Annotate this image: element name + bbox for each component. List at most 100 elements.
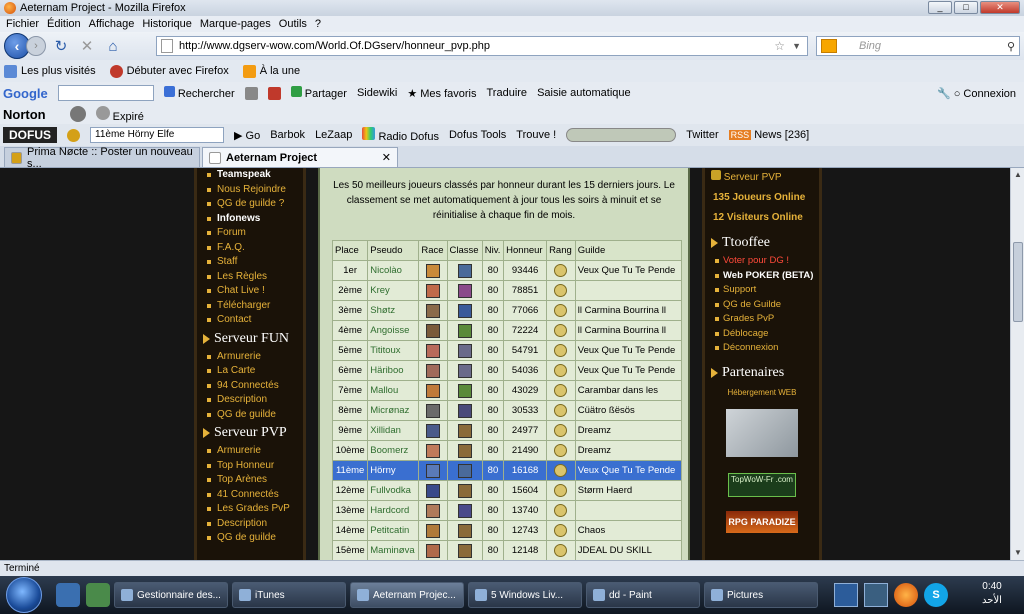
sidebar-link[interactable]: 94 Connectés — [197, 379, 303, 394]
search-icon[interactable]: ⚲ — [1007, 40, 1015, 53]
dofus-egg-icon[interactable] — [67, 128, 80, 142]
sidebar-link[interactable]: La Carte — [197, 364, 303, 379]
vertical-scrollbar[interactable]: ▲ ▼ — [1010, 168, 1024, 560]
google-search-button[interactable]: Rechercher — [163, 86, 235, 100]
guild-cell[interactable] — [574, 280, 683, 301]
search-input[interactable]: Bing ⚲ — [816, 36, 1020, 56]
gmail-icon[interactable] — [267, 86, 281, 100]
sidebar-link[interactable]: Top Honneur — [197, 459, 303, 474]
user-link[interactable]: Déconnexion — [705, 341, 819, 356]
sidebar-link[interactable]: F.A.Q. — [197, 241, 303, 256]
menu-item[interactable]: ? — [315, 18, 321, 30]
guild-cell[interactable]: Dreamz — [574, 440, 683, 461]
window-icon[interactable] — [864, 583, 888, 607]
pseudo-cell[interactable]: Häriboo — [367, 360, 420, 381]
firefox-icon[interactable] — [894, 583, 918, 607]
user-link[interactable]: QG de Guilde — [705, 298, 819, 313]
switch-windows-icon[interactable] — [86, 583, 110, 607]
norton-status[interactable]: Expiré — [95, 105, 144, 123]
taskbar-button[interactable]: dd - Paint — [586, 582, 700, 608]
sidebar-link[interactable]: Nous Rejoindre — [197, 183, 303, 198]
menu-item[interactable]: Outils — [279, 18, 307, 30]
sidebar-link[interactable]: Les Règles — [197, 270, 303, 285]
bookmark-star-icon[interactable]: ☆ — [774, 39, 785, 53]
maximize-button[interactable]: □ — [954, 1, 978, 14]
home-icon[interactable]: ⌂ — [102, 38, 124, 55]
sidebar-link[interactable]: Staff — [197, 255, 303, 270]
sidebar-link[interactable]: Description — [197, 393, 303, 408]
tab-item[interactable]: Prima Nøcte :: Poster un nouveau s... — [4, 146, 200, 170]
table-row[interactable]: 7ème Mallou 80 43029 Carambar dans les — [331, 380, 683, 401]
sidebar-link[interactable]: Forum — [197, 226, 303, 241]
sidebar-link[interactable]: Armurerie — [197, 350, 303, 365]
bookmark-headlines[interactable]: À la une — [242, 64, 300, 78]
radio-dofus-button[interactable]: Radio Dofus — [362, 127, 439, 143]
guild-cell[interactable]: Carambar dans les — [574, 380, 683, 401]
stop-icon[interactable]: ✕ — [76, 37, 98, 55]
pseudo-cell[interactable]: Hörny — [367, 460, 420, 481]
menu-item[interactable]: Fichier — [6, 18, 39, 30]
sidebar-link[interactable]: QG de guilde ? — [197, 197, 303, 212]
guild-cell[interactable]: Cüätro ßësös — [574, 400, 683, 421]
table-row[interactable]: 3ème Shøtz 80 77066 ll Carmina Bourrina ll — [331, 300, 683, 321]
pseudo-cell[interactable]: Boomerz — [367, 440, 420, 461]
close-window-button[interactable]: ✕ — [980, 1, 1020, 14]
table-row[interactable]: 11ème Hörny 80 16168 Veux Que Tu Te Pende — [331, 460, 683, 481]
sidebar-link[interactable]: Chat Live ! — [197, 284, 303, 299]
pseudo-cell[interactable]: Angoisse — [367, 320, 420, 341]
chevron-down-icon[interactable]: ▼ — [792, 41, 801, 51]
sidebar-link[interactable]: Armurerie — [197, 444, 303, 459]
lezaap-button[interactable]: LeZaap — [315, 129, 352, 141]
bookmark-getting-started[interactable]: Débuter avec Firefox — [109, 64, 229, 78]
rpg-paradize-banner[interactable]: RPG PARADIZE — [726, 510, 798, 533]
taskbar-button[interactable]: 5 Windows Liv... — [468, 582, 582, 608]
scroll-thumb[interactable] — [1013, 242, 1023, 322]
sidebar-link[interactable]: Teamspeak — [197, 168, 303, 183]
bookmark-icon[interactable] — [244, 86, 258, 100]
go-button[interactable]: ▶ Go — [234, 129, 260, 142]
pseudo-cell[interactable]: Xillidan — [367, 420, 420, 441]
dofus-tools-button[interactable]: Dofus Tools — [449, 129, 506, 141]
start-button[interactable] — [6, 577, 42, 613]
pseudo-cell[interactable]: Hardcord — [367, 500, 420, 521]
taskbar-button[interactable]: iTunes — [232, 582, 346, 608]
tab-item[interactable]: Aeternam Project ✕ — [202, 147, 398, 167]
reload-icon[interactable]: ↻ — [50, 37, 72, 55]
sidebar-link[interactable]: Télécharger — [197, 299, 303, 314]
guild-cell[interactable]: Veux Que Tu Te Pende — [574, 460, 683, 481]
taskbar-button[interactable]: Aeternam Projec... — [350, 582, 464, 608]
user-link[interactable]: Web POKER (BETA) — [705, 269, 819, 284]
twitter-button[interactable]: Twitter — [686, 129, 718, 141]
system-clock[interactable]: 0:40 الأحد — [960, 576, 1024, 614]
signin-button[interactable]: 🔧 ○ Connexion — [937, 87, 1016, 100]
table-row[interactable]: 8ème Micrønaz 80 30533 Cüätro ßësös — [331, 400, 683, 421]
guild-cell[interactable] — [574, 500, 683, 521]
pseudo-cell[interactable]: Fullvodka — [367, 480, 420, 501]
sidebar-link[interactable]: Description — [197, 517, 303, 532]
url-bar[interactable]: http://www.dgserv-wow.com/World.Of.DGser… — [156, 36, 808, 56]
menu-item[interactable]: Édition — [47, 18, 81, 30]
trouve-button[interactable]: Trouve ! — [516, 129, 556, 141]
guild-cell[interactable]: Dreamz — [574, 420, 683, 441]
user-link[interactable]: Déblocage — [705, 327, 819, 342]
table-row[interactable]: 2ème Krey 80 78851 — [331, 280, 683, 301]
menu-item[interactable]: Marque-pages — [200, 18, 271, 30]
pseudo-cell[interactable]: Mallou — [367, 380, 420, 401]
pseudo-cell[interactable]: Nicolào — [367, 260, 420, 281]
user-link[interactable]: Voter pour DG ! — [705, 254, 819, 269]
sidebar-link[interactable]: Infonews — [197, 212, 303, 227]
table-row[interactable]: 5ème Tititoux 80 54791 Veux Que Tu Te Pende — [331, 340, 683, 361]
menu-item[interactable]: Affichage — [89, 18, 135, 30]
desktop-icon[interactable] — [834, 583, 858, 607]
forward-button[interactable]: › — [26, 36, 46, 56]
topwow-banner[interactable]: TopWoW-Fr .com — [728, 472, 796, 497]
sidebar-link[interactable]: Les Grades PvP — [197, 502, 303, 517]
pseudo-cell[interactable]: Micrønaz — [367, 400, 420, 421]
autofill-button[interactable]: Saisie automatique — [537, 87, 631, 99]
guild-cell[interactable]: Veux Que Tu Te Pende — [574, 260, 683, 281]
user-link[interactable]: Grades PvP — [705, 312, 819, 327]
sidebar-link[interactable]: QG de guilde — [197, 531, 303, 546]
guild-cell[interactable]: JDEAL DU SKILL — [574, 540, 683, 560]
google-search-input[interactable] — [57, 85, 154, 101]
table-row[interactable]: 14ème Petitcatin 80 12743 Chaos — [331, 520, 683, 541]
